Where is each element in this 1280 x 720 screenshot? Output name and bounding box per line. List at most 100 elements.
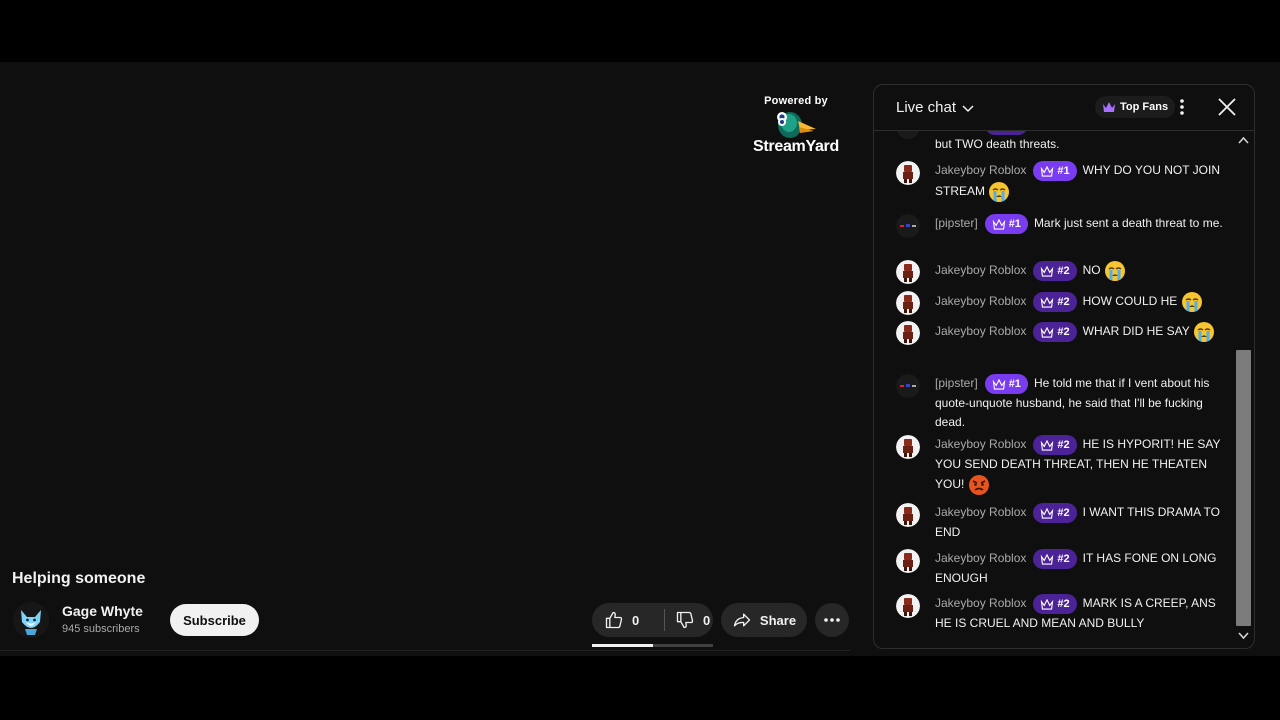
fan-rank-badge: #1 xyxy=(984,214,1028,234)
crying-face-emoji-icon xyxy=(1193,322,1214,342)
thumbs-down-icon xyxy=(676,611,694,629)
pipster-avatar-icon xyxy=(896,214,920,238)
chat-author-name[interactable]: Jakeyboy Roblox xyxy=(935,505,1026,519)
like-dislike-group: 0 0 xyxy=(592,603,713,637)
crying-face-emoji-icon xyxy=(1181,292,1202,312)
roblox-avatar-icon xyxy=(896,291,920,315)
chat-message-content: Jakeyboy Roblox #2 MARK IS A CREEP, ANS HE… xyxy=(935,594,1225,633)
chat-message: Jakeyboy Roblox #2 NO xyxy=(896,260,1241,284)
crown-icon xyxy=(1041,553,1054,565)
fan-rank-badge: #2 xyxy=(1033,594,1077,614)
crown-icon xyxy=(1103,102,1115,112)
pipster-avatar-icon xyxy=(896,374,920,398)
chat-message-content: Jakeyboy Roblox #2 HOW COULD HE xyxy=(935,291,1225,313)
chat-author-avatar[interactable] xyxy=(896,291,920,315)
top-fans-button[interactable]: Top Fans xyxy=(1095,96,1176,118)
crying-face-emoji-icon xyxy=(1104,261,1125,281)
fox-avatar-icon xyxy=(13,602,49,638)
chat-message: Jakeyboy Roblox #2 WHAR DID HE SAY xyxy=(896,321,1241,345)
chat-author-name[interactable]: Jakeyboy Roblox xyxy=(935,163,1026,177)
chat-author-name[interactable]: [pipster] xyxy=(935,376,978,390)
fan-rank-badge: #1 xyxy=(1033,161,1077,181)
roblox-avatar-icon xyxy=(896,503,920,527)
chat-author-avatar[interactable] xyxy=(896,435,920,459)
chat-author-avatar[interactable] xyxy=(896,503,920,527)
fan-rank-badge: #2 xyxy=(1033,549,1077,569)
channel-avatar[interactable] xyxy=(13,602,49,638)
crown-icon xyxy=(1041,439,1054,451)
fan-rank-badge: #2 xyxy=(1033,435,1077,455)
crown-icon xyxy=(1041,507,1054,519)
chat-author-avatar[interactable] xyxy=(896,161,920,185)
more-horizontal-icon xyxy=(824,618,840,622)
like-count: 0 xyxy=(632,612,640,628)
chat-scrollbar-thumb[interactable] xyxy=(1236,350,1251,626)
scroll-down-arrow-icon[interactable] xyxy=(1238,632,1249,640)
chat-message: [pipster]#2Plus I just got struck with n… xyxy=(896,131,1241,154)
fan-rank-label: #2 xyxy=(1057,552,1070,565)
chat-title: Live chat xyxy=(896,99,957,116)
close-icon xyxy=(1218,98,1236,116)
channel-name[interactable]: Gage Whyte xyxy=(62,603,143,619)
chat-author-name[interactable]: [pipster] xyxy=(935,216,978,230)
close-chat-button[interactable] xyxy=(1218,98,1236,121)
chat-author-avatar[interactable] xyxy=(896,321,920,345)
angry-face-emoji-icon xyxy=(968,475,989,495)
chat-author-avatar[interactable] xyxy=(896,214,920,238)
playback-progress[interactable] xyxy=(592,644,713,647)
roblox-avatar-icon xyxy=(896,161,920,185)
scroll-up-arrow-icon[interactable] xyxy=(1238,136,1249,144)
chat-author-avatar[interactable] xyxy=(896,594,920,618)
chat-message-content: Jakeyboy Roblox #2 NO xyxy=(935,260,1225,282)
roblox-avatar-icon xyxy=(896,260,920,284)
video-title: Helping someone xyxy=(12,570,146,587)
fan-rank-badge: #2 xyxy=(1033,292,1077,312)
chat-author-avatar[interactable] xyxy=(896,549,920,573)
share-button[interactable]: Share xyxy=(721,603,807,637)
dislike-button[interactable]: 0 xyxy=(665,610,710,630)
chat-message: Jakeyboy Roblox #2 HOW COULD HE xyxy=(896,291,1241,315)
fan-rank-badge: #2 xyxy=(1033,261,1077,281)
crown-icon xyxy=(1041,165,1054,177)
top-fans-label: Top Fans xyxy=(1120,101,1169,113)
chat-author-name[interactable]: Jakeyboy Roblox xyxy=(935,324,1026,338)
chat-header: Live chat Top Fans xyxy=(874,85,1254,131)
subscribe-button[interactable]: Subscribe xyxy=(170,604,259,636)
chat-message-content: [pipster] #1 He told me that if I vent abo… xyxy=(935,374,1225,432)
chat-author-avatar[interactable] xyxy=(896,260,920,284)
chat-author-name[interactable]: Jakeyboy Roblox xyxy=(935,263,1026,277)
chat-message-text: Plus I just got struck with not one but … xyxy=(935,131,1209,151)
roblox-avatar-icon xyxy=(896,435,920,459)
chat-author-name[interactable]: Jakeyboy Roblox xyxy=(935,294,1026,308)
chat-author-name[interactable]: Jakeyboy Roblox xyxy=(935,437,1026,451)
fan-rank-label: #2 xyxy=(1057,506,1070,519)
fan-rank-label: #2 xyxy=(1057,597,1070,610)
live-chat-panel: Live chat Top Fans [pipster]#2Plus I jus… xyxy=(873,84,1255,649)
chat-message-content: Jakeyboy Roblox #2 WHAR DID HE SAY xyxy=(935,321,1225,343)
streamyard-duck-icon xyxy=(777,112,816,138)
fan-rank-label: #1 xyxy=(1008,217,1021,230)
roblox-avatar-icon xyxy=(896,549,920,573)
chat-author-name[interactable]: Jakeyboy Roblox xyxy=(935,551,1026,565)
fan-rank-label: #2 xyxy=(1057,295,1070,308)
chat-author-avatar[interactable] xyxy=(896,374,920,398)
fan-rank-badge: #2 xyxy=(1033,322,1077,342)
fan-rank-badge: #2 xyxy=(1033,503,1077,523)
crown-icon xyxy=(992,218,1005,230)
fan-rank-label: #2 xyxy=(1009,131,1021,135)
streamyard-name: StreamYard xyxy=(753,138,839,155)
chat-message-content: [pipster]#2Plus I just got struck with n… xyxy=(935,131,1225,154)
letterbox-bottom xyxy=(0,656,1280,720)
chat-mode-dropdown[interactable]: Live chat xyxy=(896,99,975,116)
chat-menu-button[interactable] xyxy=(1179,98,1185,121)
chat-message-text: WHAR DID HE SAY xyxy=(1082,324,1190,339)
more-actions-button[interactable] xyxy=(815,603,849,637)
chevron-down-icon xyxy=(962,104,974,112)
chat-author-name[interactable]: Jakeyboy Roblox xyxy=(935,596,1026,610)
crying-face-emoji-icon xyxy=(989,182,1010,202)
fan-rank-badge: #1 xyxy=(984,374,1028,394)
chat-author-avatar[interactable] xyxy=(896,131,920,139)
like-button[interactable]: 0 xyxy=(592,610,664,630)
crown-icon xyxy=(1041,326,1054,338)
crown-icon xyxy=(1041,296,1054,308)
